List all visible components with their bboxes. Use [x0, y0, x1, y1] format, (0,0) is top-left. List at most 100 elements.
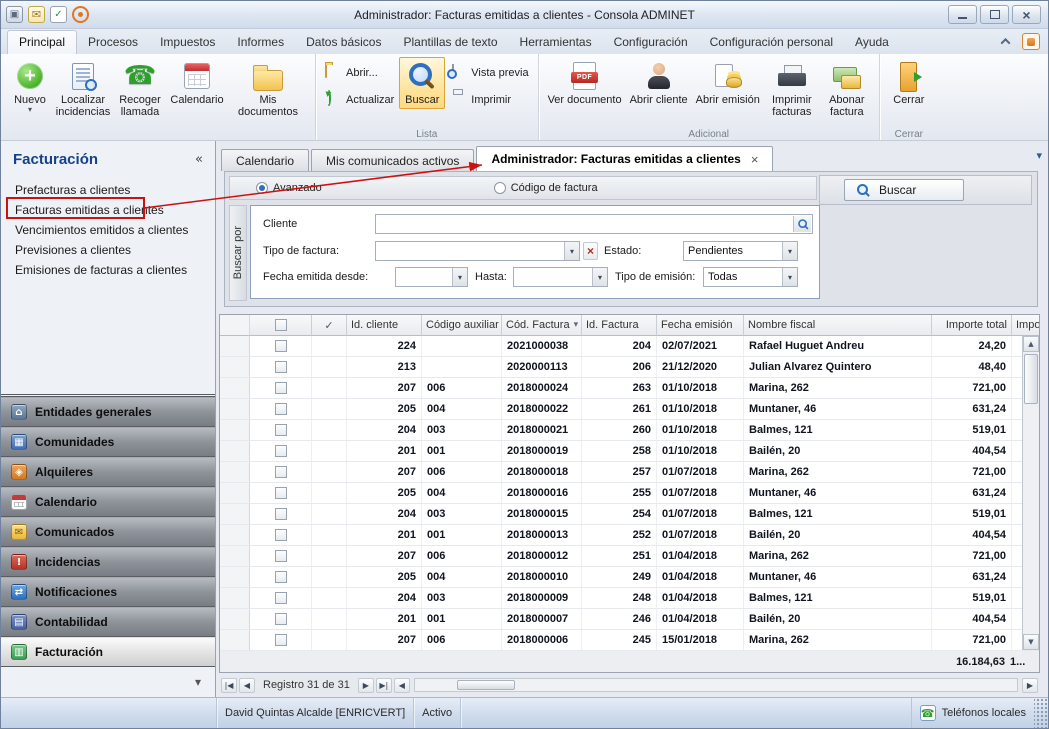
chevron-down-icon[interactable]: ▾ [782, 268, 797, 286]
ribbon-tab-herramientas[interactable]: Herramientas [509, 31, 603, 54]
tab-list-chevron-icon[interactable]: ▾ [1036, 149, 1042, 162]
row-checkbox-cell[interactable] [250, 525, 312, 545]
clear-tipo-factura-button[interactable]: × [583, 242, 598, 260]
scroll-right-button[interactable]: ▶ [1022, 678, 1038, 693]
search-submit-button[interactable]: Buscar [844, 179, 964, 201]
row-checkbox-cell[interactable] [250, 609, 312, 629]
ribbon-tab-configuracion[interactable]: Configuración [603, 31, 699, 54]
last-record-button[interactable]: ▶| [376, 678, 392, 693]
table-row[interactable]: 204 003 2018000021 260 01/10/2018 Balmes… [220, 420, 1039, 441]
row-checkbox[interactable] [275, 592, 287, 604]
radio-selected-icon[interactable] [256, 182, 268, 194]
app-icon[interactable] [6, 6, 23, 23]
table-row[interactable]: 201 001 2018000013 252 01/07/2018 Bailén… [220, 525, 1039, 546]
minimize-button[interactable] [948, 5, 977, 24]
adminet-logo-icon[interactable] [1022, 33, 1040, 50]
localizar-incidencias-button[interactable]: Localizar incidencias [55, 57, 111, 121]
restore-button[interactable] [980, 5, 1009, 24]
row-checkbox[interactable] [275, 508, 287, 520]
row-checkbox[interactable] [275, 529, 287, 541]
calendario-button[interactable]: Calendario [169, 57, 225, 109]
row-checkbox-cell[interactable] [250, 483, 312, 503]
first-record-button[interactable]: |◀ [221, 678, 237, 693]
row-checkbox-cell[interactable] [250, 420, 312, 440]
chevron-down-icon[interactable]: ▾ [782, 242, 797, 260]
radio-codigo-factura[interactable]: Código de factura [494, 182, 598, 194]
ver-documento-button[interactable]: Ver documento [545, 57, 625, 109]
row-checkbox-cell[interactable] [250, 630, 312, 650]
header-importe-total[interactable]: Importe total [932, 315, 1012, 336]
table-row[interactable]: 207 006 2018000024 263 01/10/2018 Marina… [220, 378, 1039, 399]
scroll-down-button[interactable]: ▼ [1023, 634, 1039, 650]
ribbon-tab-configuracion-personal[interactable]: Configuración personal [699, 31, 844, 54]
tipo-emision-combo[interactable]: Todas ▾ [703, 267, 798, 287]
header-codigo-auxiliar[interactable]: Código auxiliar [422, 315, 502, 336]
row-checkbox[interactable] [275, 550, 287, 562]
header-id-cliente[interactable]: Id. cliente [347, 315, 422, 336]
table-row[interactable]: 201 001 2018000007 246 01/04/2018 Bailén… [220, 609, 1039, 630]
sidebar-item-facturas-emitidas[interactable]: Facturas emitidas a clientes [1, 200, 215, 220]
table-row[interactable]: 205 004 2018000016 255 01/07/2018 Muntan… [220, 483, 1039, 504]
sidebar-item-emisiones[interactable]: Emisiones de facturas a clientes [1, 260, 215, 280]
row-checkbox-cell[interactable] [250, 546, 312, 566]
table-row[interactable]: 207 006 2018000006 245 15/01/2018 Marina… [220, 630, 1039, 651]
row-checkbox[interactable] [275, 361, 287, 373]
prev-record-button[interactable]: ◀ [239, 678, 255, 693]
header-importe-truncated[interactable]: Impor [1012, 315, 1039, 336]
nav-facturacion[interactable]: Facturación [1, 637, 215, 667]
resize-grip[interactable] [1034, 698, 1048, 728]
sidebar-item-previsiones[interactable]: Previsiones a clientes [1, 240, 215, 260]
nav-calendario[interactable]: Calendario [1, 487, 215, 517]
row-checkbox-cell[interactable] [250, 462, 312, 482]
table-row[interactable]: 204 003 2018000015 254 01/07/2018 Balmes… [220, 504, 1039, 525]
nav-notificaciones[interactable]: Notificaciones [1, 577, 215, 607]
vertical-scrollbar[interactable]: ▲ ▼ [1022, 336, 1039, 650]
mail-icon[interactable] [28, 6, 45, 23]
feed-icon[interactable] [72, 6, 89, 23]
nav-incidencias[interactable]: Incidencias [1, 547, 215, 577]
row-checkbox[interactable] [275, 382, 287, 394]
doc-tab-calendario[interactable]: Calendario [221, 149, 309, 171]
row-checkbox[interactable] [275, 487, 287, 499]
tipo-factura-combo[interactable]: ▾ [375, 241, 580, 261]
row-checkbox-cell[interactable] [250, 357, 312, 377]
doc-tab-comunicados-activos[interactable]: Mis comunicados activos [311, 149, 474, 171]
nav-contabilidad[interactable]: Contabilidad [1, 607, 215, 637]
radio-avanzado[interactable]: Avanzado [256, 182, 322, 194]
row-checkbox[interactable] [275, 466, 287, 478]
note-icon[interactable] [50, 6, 67, 23]
ribbon-tab-plantillas[interactable]: Plantillas de texto [392, 31, 508, 54]
header-nombre-fiscal[interactable]: Nombre fiscal [744, 315, 932, 336]
imprimir-facturas-button[interactable]: Imprimir facturas [765, 57, 819, 121]
nav-comunicados[interactable]: Comunicados [1, 517, 215, 547]
hscrollbar-thumb[interactable] [457, 680, 515, 690]
row-checkbox[interactable] [275, 424, 287, 436]
abonar-factura-button[interactable]: Abonar factura [821, 57, 873, 121]
next-record-button[interactable]: ▶ [358, 678, 374, 693]
nav-options-chevron-icon[interactable]: ▾ [195, 675, 201, 689]
horizontal-scrollbar[interactable] [414, 678, 1018, 692]
header-cod-factura[interactable]: Cód. Factura ▾ [502, 315, 582, 336]
row-checkbox[interactable] [275, 634, 287, 646]
chevron-down-icon[interactable]: ▾ [592, 268, 607, 286]
table-row[interactable]: 205 004 2018000022 261 01/10/2018 Muntan… [220, 399, 1039, 420]
ribbon-tab-ayuda[interactable]: Ayuda [844, 31, 900, 54]
nav-comunidades[interactable]: Comunidades [1, 427, 215, 457]
select-all-checkbox[interactable] [275, 319, 287, 331]
row-checkbox-cell[interactable] [250, 504, 312, 524]
ribbon-tab-procesos[interactable]: Procesos [77, 31, 149, 54]
chevron-down-icon[interactable]: ▾ [452, 268, 467, 286]
collapse-ribbon-button[interactable] [994, 33, 1016, 50]
estado-combo[interactable]: Pendientes ▾ [683, 241, 798, 261]
cerrar-button[interactable]: Cerrar [886, 57, 932, 109]
header-select-all[interactable] [250, 315, 312, 336]
header-check-column[interactable]: ✓ [312, 315, 347, 336]
row-checkbox[interactable] [275, 445, 287, 457]
row-checkbox[interactable] [275, 571, 287, 583]
table-row[interactable]: 224 2021000038 204 02/07/2021 Rafael Hug… [220, 336, 1039, 357]
cliente-input[interactable] [375, 214, 813, 234]
row-checkbox-cell[interactable] [250, 588, 312, 608]
close-button[interactable] [1012, 5, 1041, 24]
table-row[interactable]: 201 001 2018000019 258 01/10/2018 Bailén… [220, 441, 1039, 462]
sidebar-item-vencimientos[interactable]: Vencimientos emitidos a clientes [1, 220, 215, 240]
